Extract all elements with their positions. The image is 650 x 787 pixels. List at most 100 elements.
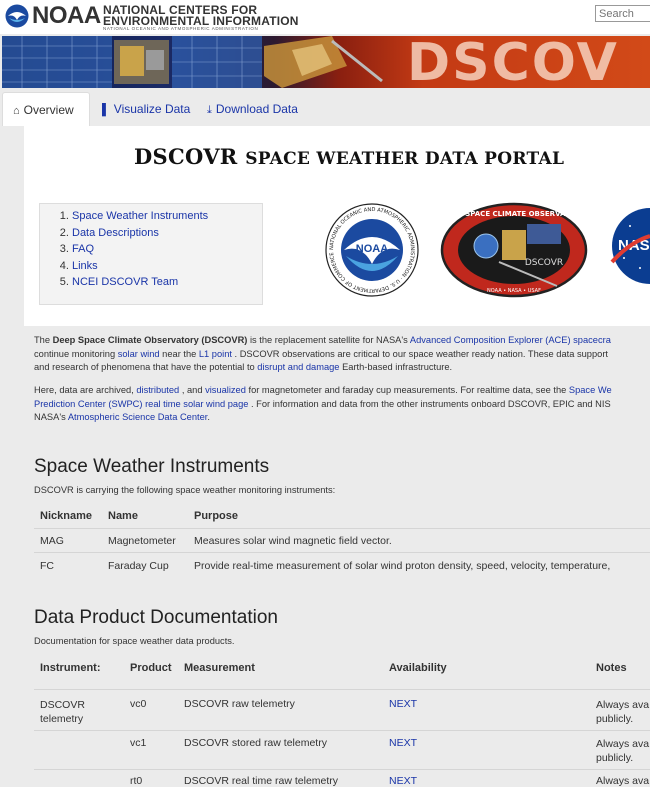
text-run: , and	[179, 385, 206, 395]
table-cell: DSCOVR raw telemetry	[184, 698, 295, 710]
toc-item[interactable]: FAQ	[72, 241, 262, 258]
table-cell: vc1	[130, 737, 147, 749]
table-cell: Magnetometer	[108, 535, 176, 547]
text-run: NASA's	[34, 412, 68, 422]
svg-text:NOAA • NASA • USAF: NOAA • NASA • USAF	[487, 288, 541, 294]
table-cell: FC	[40, 560, 54, 572]
dscovr-bold: Deep Space Climate Observatory (DSCOVR)	[52, 335, 248, 345]
table-cell: Always ava publicly.	[596, 698, 649, 726]
column-header: Purpose	[194, 510, 239, 522]
notes-line: publicly.	[596, 752, 634, 764]
text-run: is the replacement satellite for NASA's	[247, 335, 410, 345]
toc-item[interactable]: Links	[72, 258, 262, 275]
svg-text:DSCOVR: DSCOVR	[525, 258, 563, 268]
table-cell: Provide real-time measurement of solar w…	[194, 560, 611, 572]
instruments-heading: Space Weather Instruments	[34, 456, 270, 477]
next-link[interactable]: NEXT	[389, 775, 417, 787]
swpc-link-part1[interactable]: Space We	[569, 385, 612, 395]
text-run: The	[34, 335, 53, 345]
text-run: Here, data are archived,	[34, 385, 137, 395]
toc-link-links[interactable]: Links	[72, 260, 98, 272]
divider	[34, 769, 650, 770]
tab-download-data[interactable]: ⤓ Download Data	[197, 92, 308, 126]
intro-paragraph-2: Here, data are archived, distributed , a…	[34, 384, 650, 425]
toc-link-instruments[interactable]: Space Weather Instruments	[72, 210, 208, 222]
dscovr-banner: DSCOV	[2, 36, 650, 88]
column-header: Instrument:	[40, 662, 101, 674]
divider	[34, 552, 650, 553]
tab-overview[interactable]: ⌂ Overview	[2, 92, 90, 126]
next-link[interactable]: NEXT	[389, 737, 417, 749]
column-header: Availability	[389, 662, 447, 674]
svg-text:NOAA: NOAA	[356, 243, 388, 255]
column-header: Name	[108, 510, 138, 522]
noaa-seal-logo: NATIONAL OCEANIC AND ATMOSPHERIC ADMINIS…	[325, 203, 419, 297]
tab-visualize-label: Visualize Data	[113, 102, 191, 116]
noaa-emblem-icon[interactable]	[5, 4, 29, 28]
intro-paragraph-1: The Deep Space Climate Observatory (DSCO…	[34, 334, 650, 375]
text-run: .	[207, 412, 210, 422]
disrupt-damage-link[interactable]: disrupt and damage	[257, 362, 339, 372]
satellite-illustration	[2, 36, 383, 88]
logo-wordmark[interactable]: NOAA	[32, 3, 101, 29]
l1-point-link[interactable]: L1 point	[199, 349, 232, 359]
asdc-link[interactable]: Atmospheric Science Data Center	[68, 412, 208, 422]
text-run: . DSCOVR observations are critical to ou…	[231, 348, 608, 359]
toc-link-team[interactable]: NCEI DSCOVR Team	[72, 276, 178, 288]
ace-link[interactable]: Advanced Composition Explorer (ACE) spac…	[410, 335, 611, 345]
table-cell: Always ava	[596, 775, 650, 787]
notes-line: Always ava	[596, 699, 650, 711]
table-cell: rt0	[130, 775, 143, 787]
visualized-link[interactable]: visualized	[205, 385, 246, 395]
docs-intro: Documentation for space weather data pro…	[34, 636, 235, 646]
next-link[interactable]: NEXT	[389, 698, 417, 710]
column-header: Notes	[596, 662, 627, 674]
tab-visualize-data[interactable]: ▌ Visualize Data	[92, 92, 200, 126]
toc-link-faq[interactable]: FAQ	[72, 243, 94, 255]
divider	[34, 730, 650, 731]
distributed-link[interactable]: distributed	[136, 385, 179, 395]
table-cell: Measures solar wind magnetic field vecto…	[194, 535, 392, 547]
site-header: NOAA NATIONAL CENTERS FOR ENVIRONMENTAL …	[0, 0, 650, 34]
page-title-part-1: DSCOVR	[134, 144, 238, 169]
table-cell: Always ava publicly.	[596, 737, 649, 765]
tab-bar: ⌂ Overview ▌ Visualize Data ⤓ Download Data	[2, 92, 650, 126]
toc-item[interactable]: Space Weather Instruments	[72, 208, 262, 225]
toc-item[interactable]: NCEI DSCOVR Team	[72, 274, 262, 291]
banner-title: DSCOV	[407, 36, 619, 88]
column-header: Nickname	[40, 510, 92, 522]
column-header: Product	[130, 662, 172, 674]
table-of-contents: Space Weather Instruments Data Descripti…	[39, 203, 263, 305]
bar-chart-icon: ▌	[102, 104, 110, 116]
text-run: continue monitoring	[34, 348, 118, 359]
text-run: near the	[159, 348, 199, 359]
dscovr-mission-logo: DEEP SPACE CLIMATE OBSERVATORY DSCOVR NO…	[440, 202, 588, 298]
divider	[34, 689, 650, 690]
divider	[34, 528, 650, 529]
column-header: Measurement	[184, 662, 255, 674]
notes-line: publicly.	[596, 713, 634, 725]
notes-line: Always ava	[596, 738, 650, 750]
docs-heading: Data Product Documentation	[34, 607, 278, 628]
logo-line-3: NATIONAL OCEANIC AND ATMOSPHERIC ADMINIS…	[103, 26, 259, 31]
table-cell: vc0	[130, 698, 147, 710]
instruments-intro: DSCOVR is carrying the following space w…	[34, 485, 336, 495]
svg-text:DEEP SPACE CLIMATE OBSERVATORY: DEEP SPACE CLIMATE OBSERVATORY	[442, 210, 586, 218]
text-run: . For information and data from the othe…	[248, 398, 611, 409]
intro-line-1: The Deep Space Climate Observatory (DSCO…	[34, 334, 650, 348]
swpc-link-part2[interactable]: Prediction Center (SWPC) real time solar…	[34, 399, 248, 409]
table-cell: MAG	[40, 535, 64, 547]
toc-item[interactable]: Data Descriptions	[72, 225, 262, 242]
search-input[interactable]	[595, 5, 650, 22]
intro-line-4: Here, data are archived, distributed , a…	[34, 384, 650, 398]
intro-line-3: and research of phenomena that have the …	[34, 361, 650, 375]
table-cell: DSCOVR telemetry	[40, 699, 85, 725]
text-run: Earth-based infrastructure.	[339, 362, 453, 372]
solar-wind-link[interactable]: solar wind	[118, 349, 160, 359]
intro-line-5: Prediction Center (SWPC) real time solar…	[34, 398, 650, 412]
tab-overview-label: Overview	[23, 103, 74, 117]
download-icon: ⤓	[207, 104, 212, 116]
toc-link-descriptions[interactable]: Data Descriptions	[72, 227, 159, 239]
table-cell: DSCOVR stored raw telemetry	[184, 737, 327, 749]
nasa-logo: NASA	[610, 208, 650, 284]
